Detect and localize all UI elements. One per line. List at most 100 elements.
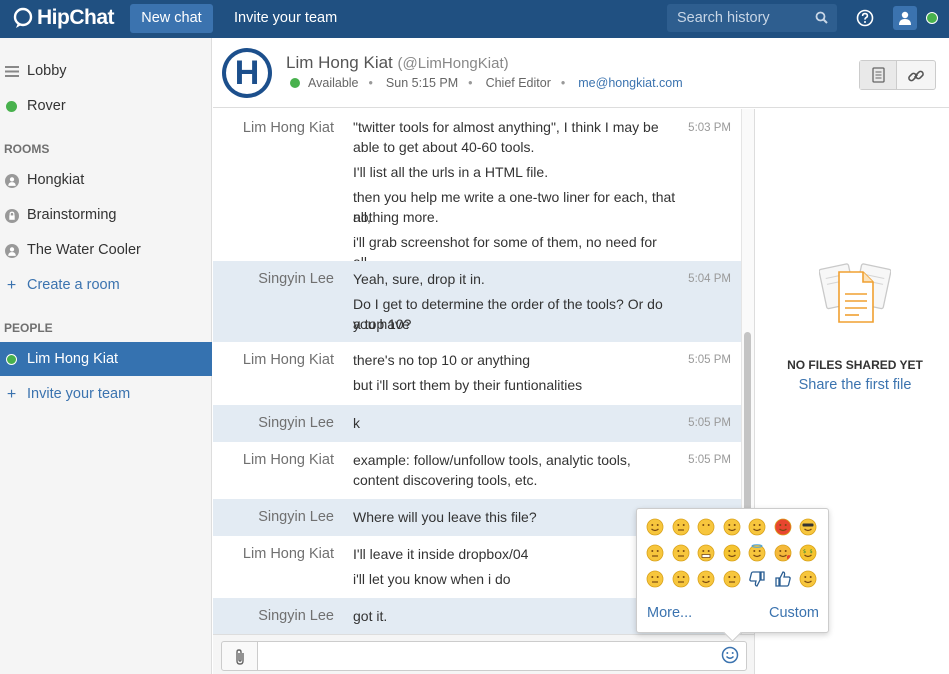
message-text: able to get about 40-60 tools. — [353, 139, 535, 155]
message-group: Lim Hong Kiat 5:03 PM "twitter tools for… — [213, 109, 741, 270]
message-group: Lim Hong Kiat 5:05 PM example: follow/un… — [213, 442, 741, 499]
sidebar-item-label: Brainstorming — [27, 207, 117, 223]
search-placeholder: Search history — [677, 10, 770, 26]
grimace-emoticon-icon[interactable] — [697, 544, 715, 562]
kiss-emoticon-icon[interactable] — [774, 544, 792, 562]
message-time: 5:04 PM — [688, 273, 731, 285]
message-text: example: follow/unfollow tools, analytic… — [353, 452, 631, 468]
message-sender[interactable]: Singyin Lee — [213, 271, 334, 287]
sidebar-item-brainstorming[interactable]: Brainstorming — [0, 198, 212, 232]
message-sender[interactable]: Lim Hong Kiat — [213, 120, 334, 136]
document-icon — [872, 67, 885, 83]
message-text: i'll let you know when i do — [353, 571, 511, 587]
contact-title: Chief Editor — [485, 76, 551, 90]
confused-emoticon-icon[interactable] — [672, 544, 690, 562]
contact-status: Available — [308, 76, 359, 90]
grin-emoticon-icon[interactable] — [646, 518, 664, 536]
no-mouth-emoticon-icon[interactable] — [697, 518, 715, 536]
emoticon-picker-icon[interactable] — [721, 646, 739, 664]
sidebar-item-hongkiat[interactable]: Hongkiat — [0, 163, 212, 197]
message-time: 5:03 PM — [688, 122, 731, 134]
attach-file-button[interactable] — [221, 641, 258, 671]
files-empty-icon — [819, 263, 891, 323]
dizzy-emoticon-icon[interactable] — [748, 518, 766, 536]
panel-toggle-group — [859, 60, 936, 90]
rooms-heading: ROOMS — [4, 142, 50, 156]
scrollbar-thumb[interactable] — [744, 332, 751, 532]
message-sender[interactable]: Singyin Lee — [213, 509, 334, 525]
cry-emoticon-icon[interactable] — [646, 544, 664, 562]
message-text: nothing more. — [353, 209, 439, 225]
message-sender[interactable]: Singyin Lee — [213, 608, 334, 624]
top-bar: HipChat New chat Invite your team Search… — [0, 0, 949, 38]
sidebar-item-rover[interactable]: Rover — [0, 89, 212, 123]
cold-sweat-emoticon-icon[interactable] — [646, 570, 664, 588]
custom-emoticons-link[interactable]: Custom — [769, 605, 819, 621]
help-icon[interactable] — [856, 9, 874, 27]
smile-emoticon-icon[interactable] — [697, 570, 715, 588]
separator-dot: • — [368, 76, 373, 90]
contact-email-link[interactable]: me@hongkiat.com — [578, 76, 682, 90]
lock-icon — [5, 209, 19, 223]
hipchat-logo[interactable]: HipChat — [12, 6, 115, 30]
invite-team-link[interactable]: Invite your team — [234, 0, 337, 38]
rage-emoticon-icon[interactable] — [774, 518, 792, 536]
message-text: "twitter tools for almost anything", I t… — [353, 119, 659, 135]
thumbs-up-emoticon-icon[interactable] — [774, 570, 792, 588]
sidebar-item-water-cooler[interactable]: The Water Cooler — [0, 233, 212, 267]
contact-meta: Available • Sun 5:15 PM • Chief Editor • me@ho… — [290, 76, 693, 90]
contact-name: Lim Hong Kiat — [286, 53, 393, 72]
search-icon[interactable] — [815, 11, 828, 24]
people-heading: PEOPLE — [4, 321, 53, 335]
online-status-dot — [926, 12, 938, 24]
invite-team-sidebar-link[interactable]: + Invite your team — [0, 377, 212, 411]
chat-message-input[interactable] — [257, 641, 747, 671]
contact-local-time: Sun 5:15 PM — [385, 76, 459, 90]
svg-text:$: $ — [810, 549, 813, 555]
message-text: there's no top 10 or anything — [353, 352, 531, 368]
message-text: but i'll sort them by their funtionaliti… — [353, 377, 583, 393]
innocent-emoticon-icon[interactable] — [748, 544, 766, 562]
chat-header: H Lim Hong Kiat (@LimHongKiat) Available… — [213, 38, 949, 108]
thumbs-down-emoticon-icon[interactable] — [748, 570, 766, 588]
message-text: Yeah, sure, drop it in. — [353, 271, 485, 287]
share-first-file-link[interactable]: Share the first file — [755, 377, 949, 393]
tongue-emoticon-icon[interactable] — [723, 518, 741, 536]
message-sender[interactable]: Lim Hong Kiat — [213, 452, 334, 468]
message-sender[interactable]: Singyin Lee — [213, 415, 334, 431]
paperclip-icon — [236, 649, 244, 665]
message-sender[interactable]: Lim Hong Kiat — [213, 352, 334, 368]
message-text: k — [353, 415, 360, 431]
new-chat-button[interactable]: New chat — [130, 4, 213, 33]
user-menu-button[interactable] — [893, 6, 917, 30]
neutral-emoticon-icon[interactable] — [723, 570, 741, 588]
search-history-input[interactable]: Search history — [667, 4, 837, 32]
create-room-link[interactable]: + Create a room — [0, 268, 212, 302]
flushed-emoticon-icon[interactable] — [723, 544, 741, 562]
sidebar-item-lobby[interactable]: Lobby — [0, 54, 212, 88]
sunglasses-emoticon-icon[interactable] — [799, 518, 817, 536]
link-icon[interactable] — [907, 67, 925, 85]
avatar[interactable]: H — [222, 48, 272, 98]
sidebar-item-lim-hong-kiat[interactable]: Lim Hong Kiat — [0, 342, 212, 376]
no-files-text: NO FILES SHARED YET — [787, 358, 923, 372]
money-emoticon-icon[interactable]: $ $ — [799, 544, 817, 562]
online-status-icon — [6, 354, 17, 365]
message-text: got it. — [353, 608, 388, 624]
contact-handle: (@LimHongKiat) — [397, 55, 509, 72]
public-room-icon — [5, 244, 19, 258]
message-text: Where will you leave this file? — [353, 509, 537, 525]
files-panel-button[interactable] — [860, 61, 897, 89]
avatar-inner: H — [226, 52, 268, 94]
message-input-bar — [213, 634, 754, 674]
emoticon-popup: $ $ More... Custom — [636, 508, 829, 633]
avatar-letter: H — [234, 54, 260, 92]
more-emoticons-link[interactable]: More... — [647, 605, 692, 621]
message-time: 5:05 PM — [688, 454, 731, 466]
blush-emoticon-icon[interactable] — [799, 570, 817, 588]
message-sender[interactable]: Lim Hong Kiat — [213, 546, 334, 562]
unamused-emoticon-icon[interactable] — [672, 570, 690, 588]
online-status-icon — [6, 101, 17, 112]
persevere-emoticon-icon[interactable] — [672, 518, 690, 536]
sidebar-item-label: Lim Hong Kiat — [27, 351, 119, 367]
